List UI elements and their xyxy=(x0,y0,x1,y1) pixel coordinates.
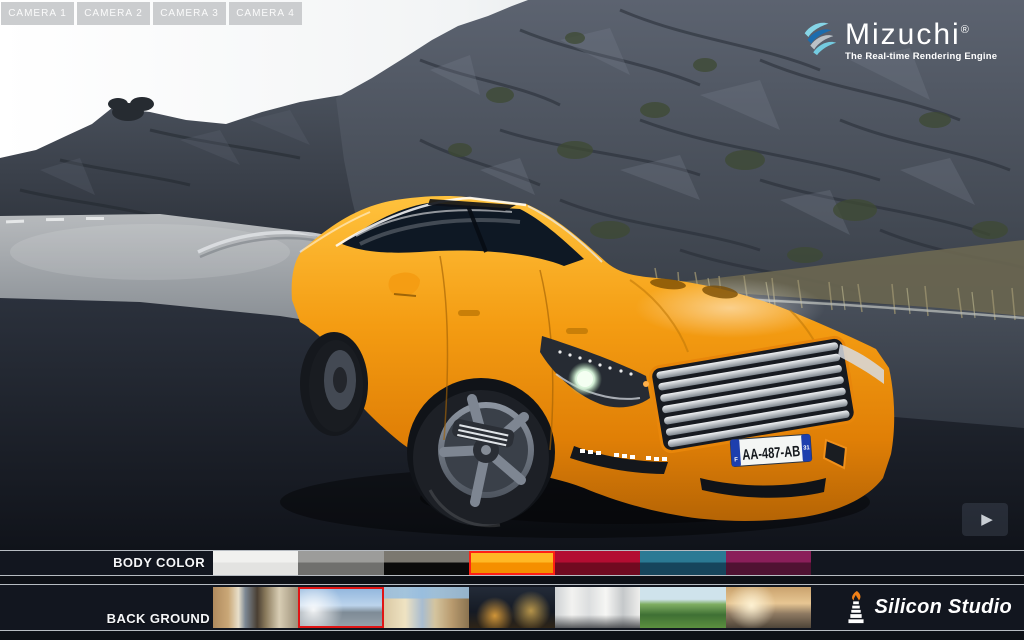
body-color-swatch-silver-gray[interactable] xyxy=(298,551,384,575)
body-color-swatch-plum[interactable] xyxy=(725,551,811,575)
silicon-studio-flame-icon xyxy=(848,590,865,623)
body-color-bar: BODY COLOR xyxy=(0,550,1024,576)
background-thumbnail-mountain-road[interactable] xyxy=(298,587,384,628)
background-bar: BACK GROUND Silicon Studio xyxy=(0,584,1024,631)
background-thumbnail-green-park[interactable] xyxy=(640,587,726,628)
background-thumbnails xyxy=(213,587,811,628)
background-thumbnail-city-plaza[interactable] xyxy=(383,587,470,628)
app-window: F 31 AA-487-AB CAMERA 1 CAMERA 2 CAMERA … xyxy=(0,0,1024,640)
mizuchi-wave-icon xyxy=(804,22,837,56)
silicon-studio-logo: Silicon Studio xyxy=(844,585,1012,630)
background-thumbnail-sunset-pier[interactable] xyxy=(725,587,811,628)
rear-wheel xyxy=(309,340,363,432)
license-plate: F 31 AA-487-AB xyxy=(729,433,813,467)
body-color-swatch-white[interactable] xyxy=(213,551,299,575)
background-label: BACK GROUND xyxy=(106,611,210,626)
body-color-swatch-crimson[interactable] xyxy=(554,551,641,575)
mizuchi-title: Mizuchi® xyxy=(845,18,969,51)
tab-camera-1[interactable]: CAMERA 1 xyxy=(1,2,74,25)
body-color-swatch-teal[interactable] xyxy=(640,551,726,575)
svg-text:31: 31 xyxy=(803,445,811,451)
render-viewport[interactable]: F 31 AA-487-AB xyxy=(0,0,1024,550)
body-color-label: BODY COLOR xyxy=(113,555,205,570)
tab-camera-2[interactable]: CAMERA 2 xyxy=(77,2,150,25)
mizuchi-tagline: The Real-time Rendering Engine xyxy=(845,51,998,62)
camera-tab-bar: CAMERA 1 CAMERA 2 CAMERA 3 CAMERA 4 xyxy=(1,2,302,25)
tab-camera-3[interactable]: CAMERA 3 xyxy=(153,2,226,25)
mizuchi-logo: Mizuchi® The Real-time Rendering Engine xyxy=(797,14,1013,62)
bottom-panel: BODY COLOR BACK GROUND Silicon Studio xyxy=(0,550,1024,640)
background-thumbnail-city-street-day[interactable] xyxy=(213,587,299,628)
body-color-swatch-black-olive[interactable] xyxy=(383,551,470,575)
play-icon: ▶ xyxy=(981,511,993,528)
background-thumbnail-night-city[interactable] xyxy=(469,587,555,628)
background-thumbnail-bright-interior[interactable] xyxy=(554,587,641,628)
tab-camera-4[interactable]: CAMERA 4 xyxy=(229,2,302,25)
registered-mark: ® xyxy=(960,24,969,36)
body-color-swatch-orange[interactable] xyxy=(469,551,555,575)
front-wheel xyxy=(413,390,549,528)
play-button[interactable]: ▶ xyxy=(962,503,1008,536)
body-color-swatches xyxy=(213,551,811,575)
silicon-studio-text: Silicon Studio xyxy=(874,596,1012,618)
